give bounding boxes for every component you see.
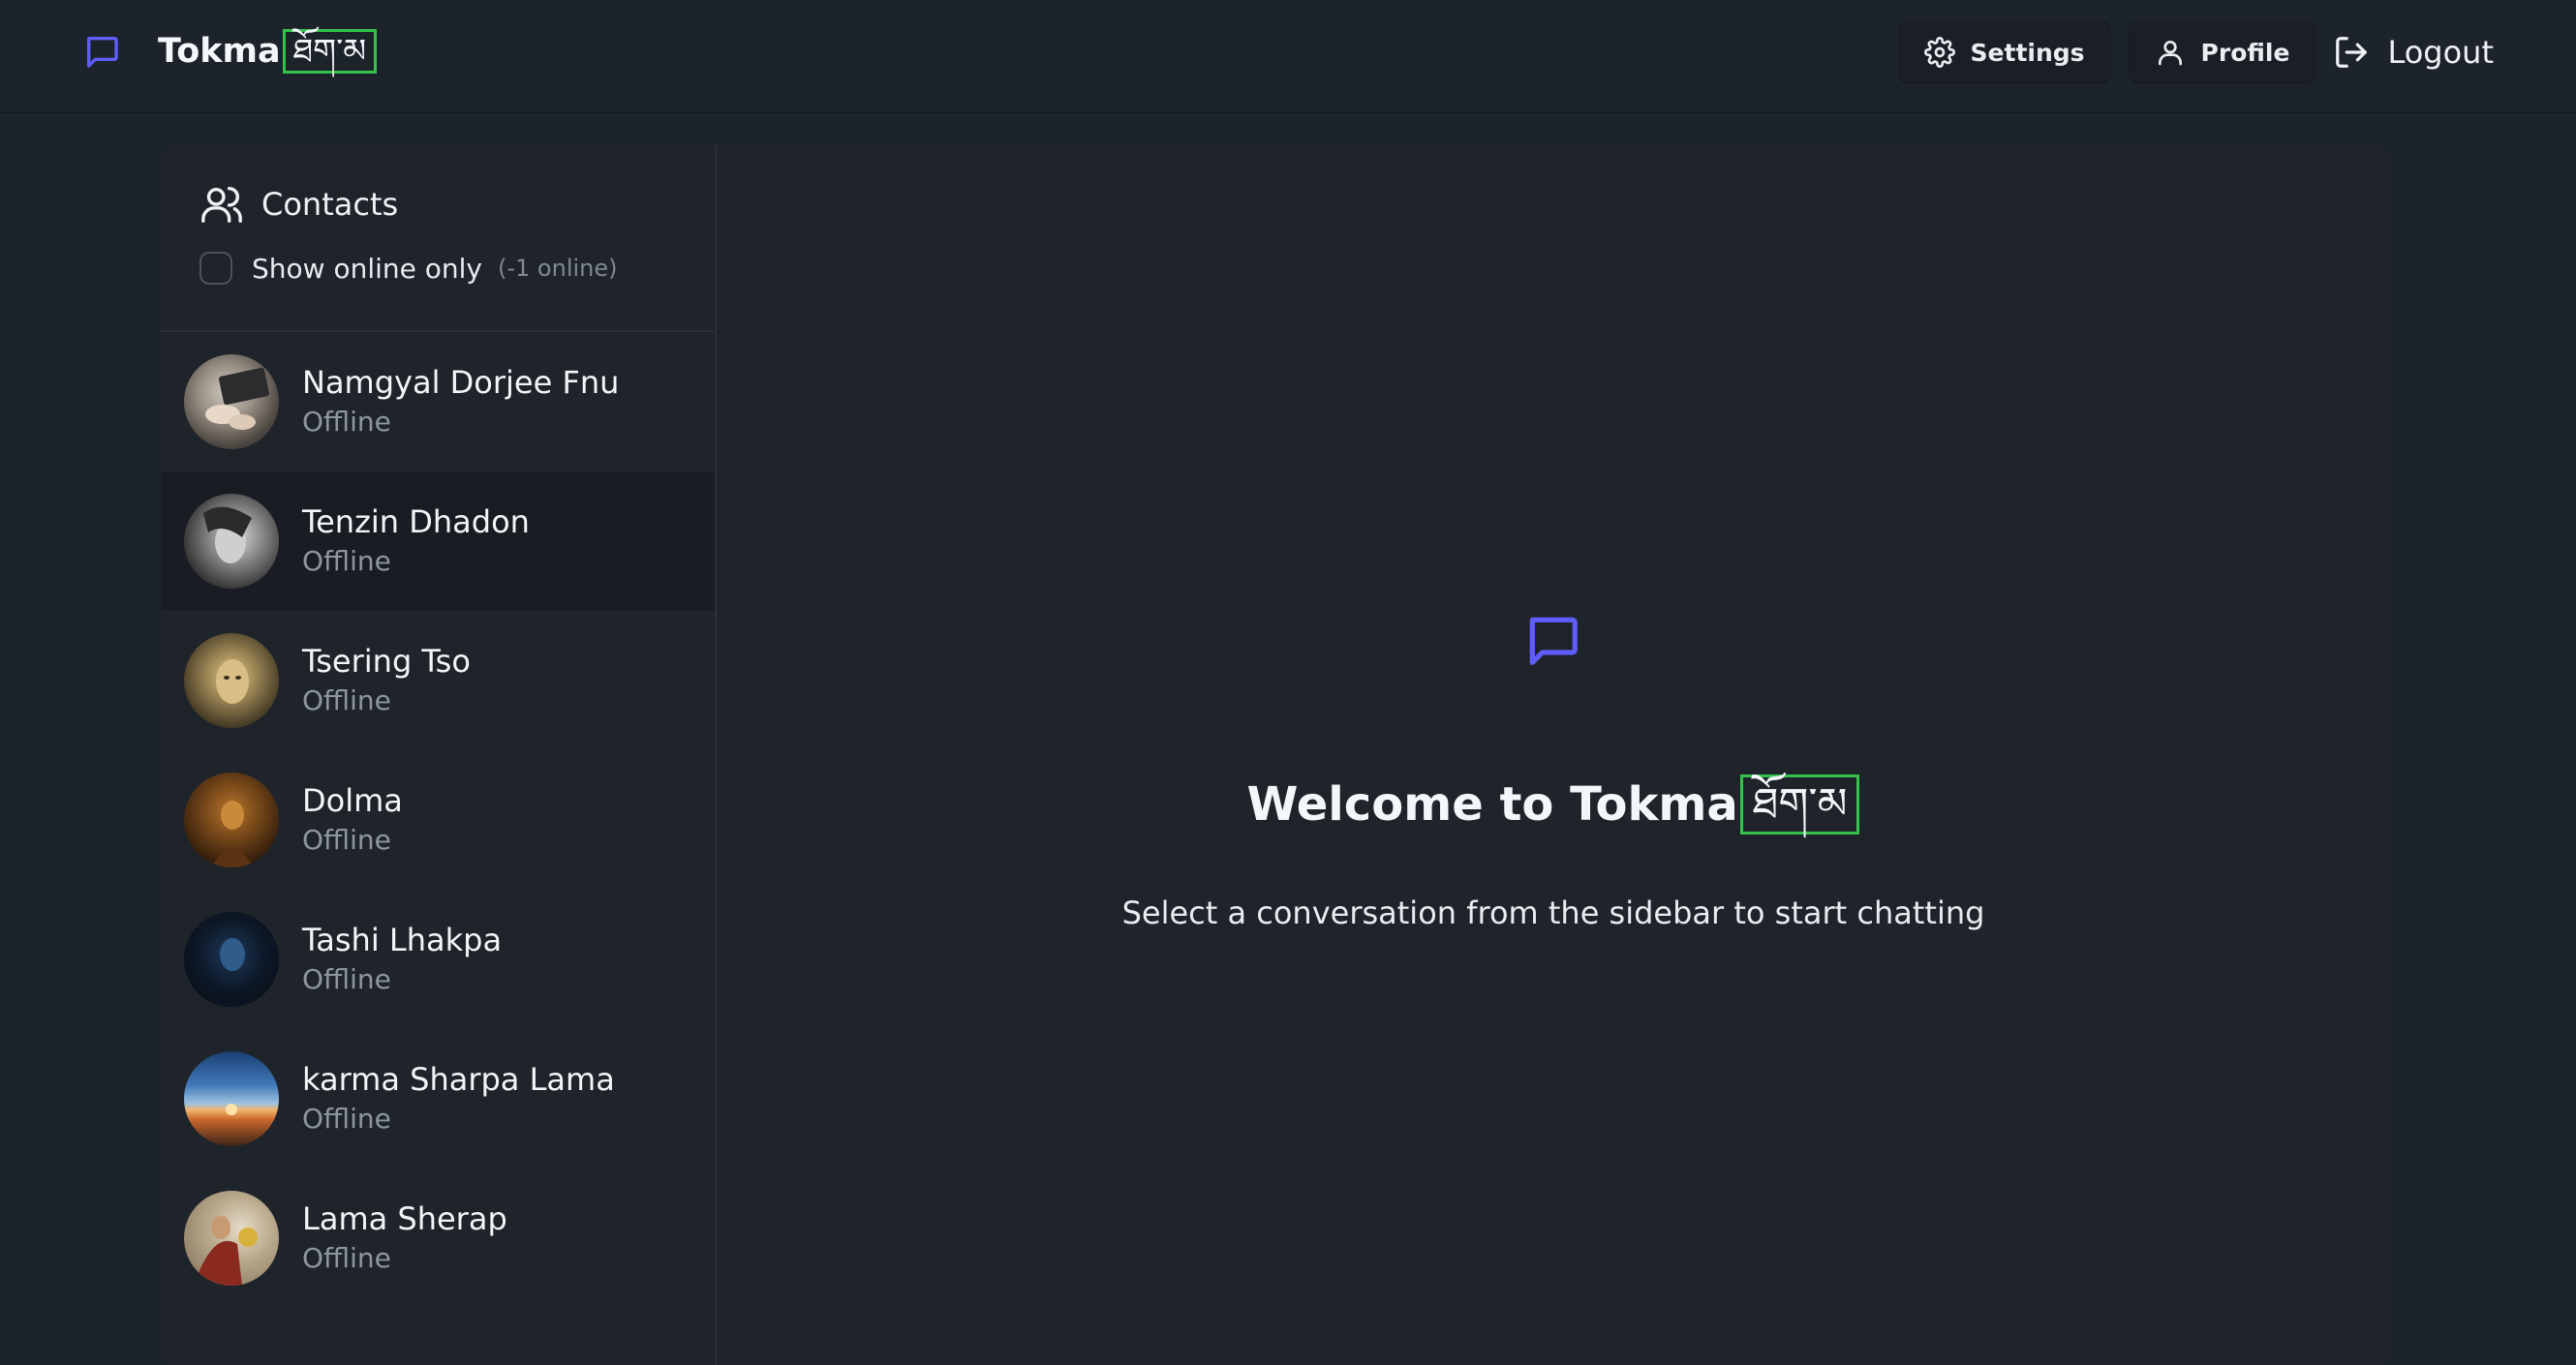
contact-item[interactable]: karma Sharpa Lama Offline bbox=[161, 1029, 715, 1168]
contact-status: Offline bbox=[302, 684, 391, 716]
nav-actions: Settings Profile Logout bbox=[1881, 21, 2494, 83]
contact-item-selected[interactable]: Tenzin Dhadon Offline bbox=[161, 471, 715, 611]
contacts-sidebar: Contacts Show online only (-1 online) Na… bbox=[161, 145, 717, 1365]
contact-name: Dolma bbox=[302, 782, 403, 819]
contact-status: Offline bbox=[302, 1242, 391, 1274]
contact-name: Lama Sherap bbox=[302, 1200, 507, 1237]
avatar bbox=[184, 494, 279, 589]
contact-text: Lama Sherap Offline bbox=[302, 1198, 507, 1278]
avatar bbox=[184, 354, 279, 449]
contact-status: Offline bbox=[302, 824, 391, 856]
avatar bbox=[184, 1051, 279, 1146]
contact-text: Tenzin Dhadon Offline bbox=[302, 501, 530, 581]
online-only-checkbox[interactable] bbox=[199, 252, 232, 285]
settings-label: Settings bbox=[1970, 38, 2085, 67]
sidebar-header: Contacts Show online only (-1 online) bbox=[161, 145, 715, 332]
contact-name: karma Sharpa Lama bbox=[302, 1061, 615, 1098]
user-icon bbox=[2155, 37, 2186, 68]
brand-area[interactable]: Tokma ཐོག་མ bbox=[82, 15, 378, 87]
brand-name: Tokma ཐོག་མ bbox=[158, 29, 378, 74]
online-filter[interactable]: Show online only (-1 online) bbox=[199, 252, 715, 285]
contact-status: Offline bbox=[302, 1103, 391, 1135]
chat-welcome-area: Welcome to Tokma ཐོག་མ Select a conversa… bbox=[717, 145, 2390, 1365]
online-only-label: Show online only bbox=[252, 252, 482, 285]
welcome-title-tibetan: ཐོག་མ bbox=[1739, 774, 1860, 834]
contact-text: Tsering Tso Offline bbox=[302, 641, 471, 720]
contact-status: Offline bbox=[302, 545, 391, 577]
contact-item[interactable]: Dolma Offline bbox=[161, 750, 715, 890]
contact-status: Offline bbox=[302, 406, 391, 438]
contact-item[interactable]: Namgyal Dorjee Fnu Offline bbox=[161, 332, 715, 471]
avatar bbox=[184, 1191, 279, 1286]
contact-name: Tsering Tso bbox=[302, 643, 471, 680]
welcome-subtitle: Select a conversation from the sidebar t… bbox=[1121, 895, 1985, 931]
contact-text: Dolma Offline bbox=[302, 780, 403, 860]
avatar bbox=[184, 912, 279, 1007]
gear-icon bbox=[1923, 37, 1955, 68]
welcome-title-text: Welcome to Tokma bbox=[1246, 777, 1738, 832]
chat-panel: Contacts Show online only (-1 online) Na… bbox=[161, 145, 2390, 1365]
top-navbar: Tokma ཐོག་མ Settings Profile Logout bbox=[0, 0, 2576, 113]
chat-bubble-icon bbox=[1522, 610, 1582, 670]
profile-button[interactable]: Profile bbox=[2128, 21, 2316, 83]
contacts-list: Namgyal Dorjee Fnu Offline Tenzin Dhadon… bbox=[161, 332, 715, 1308]
logout-label: Logout bbox=[2387, 34, 2494, 71]
users-icon bbox=[199, 182, 244, 227]
chat-bubble-icon bbox=[82, 32, 121, 71]
logout-icon bbox=[2333, 34, 2370, 71]
avatar bbox=[184, 633, 279, 728]
contact-item[interactable]: Tashi Lhakpa Offline bbox=[161, 890, 715, 1029]
contact-name: Namgyal Dorjee Fnu bbox=[302, 364, 620, 401]
contacts-title: Contacts bbox=[261, 186, 399, 223]
contact-item[interactable]: Lama Sherap Offline bbox=[161, 1168, 715, 1308]
contact-text: Tashi Lhakpa Offline bbox=[302, 920, 502, 999]
contact-status: Offline bbox=[302, 963, 391, 995]
contact-name: Tenzin Dhadon bbox=[302, 503, 530, 540]
logout-button[interactable]: Logout bbox=[2333, 21, 2494, 83]
brand-tibetan: ཐོག་མ bbox=[282, 29, 378, 74]
contact-name: Tashi Lhakpa bbox=[302, 922, 503, 958]
contact-text: karma Sharpa Lama Offline bbox=[302, 1059, 615, 1138]
avatar bbox=[184, 773, 279, 867]
profile-label: Profile bbox=[2200, 38, 2290, 67]
online-count: (-1 online) bbox=[498, 255, 618, 282]
settings-button[interactable]: Settings bbox=[1897, 21, 2111, 83]
contact-text: Namgyal Dorjee Fnu Offline bbox=[302, 362, 619, 441]
contact-item[interactable]: Tsering Tso Offline bbox=[161, 611, 715, 750]
welcome-title: Welcome to Tokma ཐོག་མ bbox=[717, 774, 2390, 834]
brand-text: Tokma bbox=[158, 32, 281, 71]
contacts-heading: Contacts bbox=[199, 182, 715, 227]
